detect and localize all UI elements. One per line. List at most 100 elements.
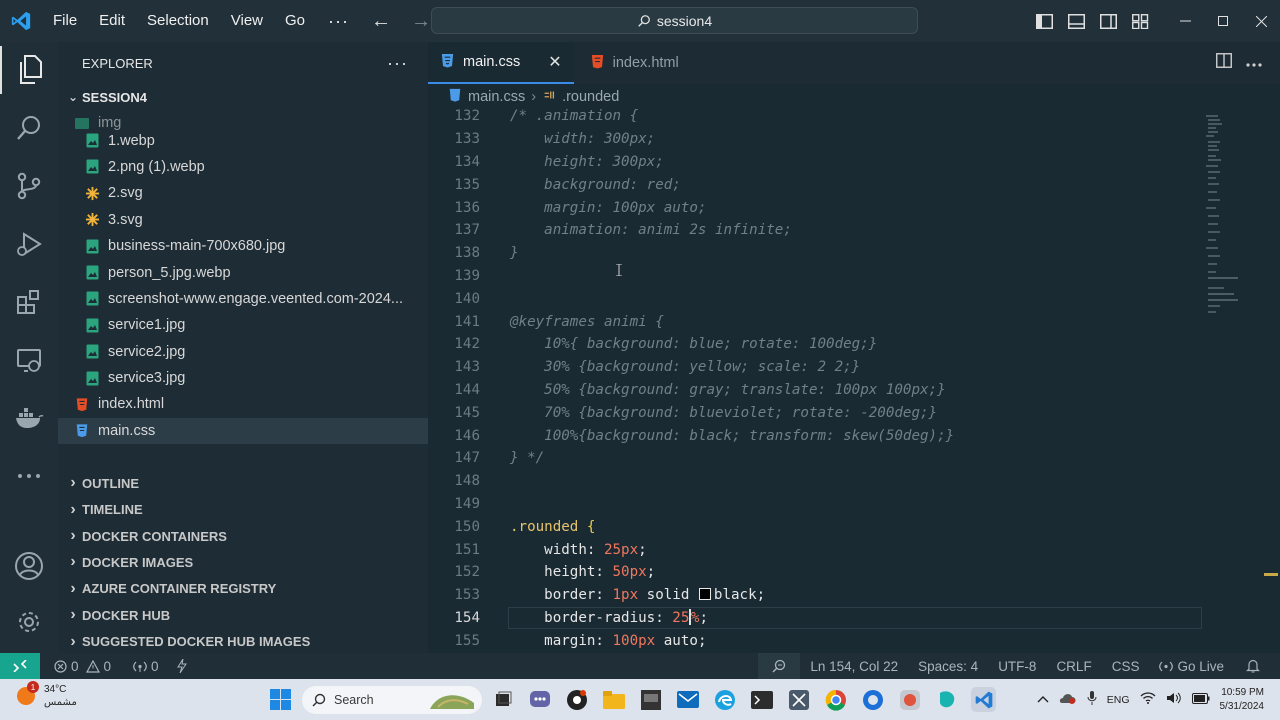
file-item[interactable]: service1.jpg <box>58 312 428 338</box>
file-item[interactable]: service3.jpg <box>58 365 428 391</box>
minimize-icon[interactable] <box>1166 0 1204 42</box>
snipping-tool-icon[interactable] <box>786 687 811 712</box>
edge-browser-icon[interactable] <box>712 687 737 712</box>
chevron-up-icon[interactable] <box>1037 694 1049 706</box>
toggle-panel-icon[interactable] <box>1060 0 1092 42</box>
browser-blue-icon[interactable] <box>860 687 885 712</box>
file-item[interactable]: 2.png (1).webp <box>58 154 428 180</box>
windows-start-icon[interactable] <box>270 689 291 715</box>
file-item[interactable]: service2.jpg <box>58 339 428 365</box>
menu-go[interactable]: Go <box>274 0 316 42</box>
obs-record-icon[interactable] <box>564 687 589 712</box>
lightning-icon[interactable] <box>169 659 195 673</box>
file-explorer-icon[interactable] <box>601 687 626 712</box>
sidebar-section[interactable]: › AZURE CONTAINER REGISTRY <box>58 576 428 602</box>
menu-file[interactable]: File <box>42 0 88 42</box>
workspace-folder[interactable]: ⌄ SESSION4 <box>58 84 428 110</box>
explorer-sidebar: EXPLORER ··· ⌄ SESSION4 img 1.webp 2.png … <box>58 42 428 653</box>
remote-explorer-icon[interactable] <box>0 336 58 384</box>
battery-icon[interactable] <box>1191 692 1210 707</box>
menu-selection[interactable]: Selection <box>136 0 220 42</box>
ports-indicator[interactable]: 0 <box>125 659 167 674</box>
copilot-app-icon[interactable] <box>934 687 959 712</box>
encoding[interactable]: UTF-8 <box>988 659 1046 674</box>
sidebar-section[interactable]: › DOCKER CONTAINERS <box>58 523 428 549</box>
weather-label: مشمس <box>44 697 77 708</box>
color-swatch-icon[interactable] <box>698 588 711 601</box>
tab-main-css[interactable]: main.css ✕ <box>428 42 574 84</box>
clock[interactable]: 10:59 PM 5/31/2024 <box>1220 686 1265 714</box>
file-item[interactable]: 2.svg <box>58 180 428 206</box>
menu-edit[interactable]: Edit <box>88 0 136 42</box>
go-live-button[interactable]: Go Live <box>1149 659 1234 674</box>
taskbar-search[interactable]: Search <box>302 686 482 714</box>
toggle-secondary-sidebar-icon[interactable] <box>1092 0 1124 42</box>
menu-view[interactable]: View <box>220 0 274 42</box>
onedrive-icon[interactable] <box>1059 692 1077 707</box>
weather-widget[interactable]: 1 34°C مشمس <box>14 681 77 709</box>
breadcrumb-file[interactable]: main.css <box>468 89 525 105</box>
img-folder[interactable]: img <box>58 110 428 136</box>
search-icon[interactable] <box>0 104 58 152</box>
minimap[interactable] <box>1204 112 1244 322</box>
maximize-icon[interactable] <box>1204 0 1242 42</box>
editor-more-icon[interactable] <box>1246 54 1262 72</box>
tab-index-html[interactable]: index.html <box>574 42 691 84</box>
chrome-icon[interactable] <box>823 687 848 712</box>
explorer-more-button[interactable]: ··· <box>387 53 408 74</box>
settings-gear-icon[interactable] <box>0 598 58 646</box>
close-tab-icon[interactable]: ✕ <box>548 52 561 72</box>
command-center-search[interactable]: session4 <box>431 7 918 34</box>
media-app-icon[interactable] <box>638 687 663 712</box>
microphone-icon[interactable] <box>1087 691 1097 708</box>
file-item[interactable]: 3.svg <box>58 207 428 233</box>
indentation[interactable]: Spaces: 4 <box>908 659 988 674</box>
sidebar-section[interactable]: › DOCKER HUB <box>58 602 428 628</box>
customize-layout-icon[interactable] <box>1124 0 1156 42</box>
extensions-icon[interactable] <box>0 278 58 326</box>
vpn-app-icon[interactable] <box>897 687 922 712</box>
file-item[interactable]: index.html <box>58 391 428 417</box>
sidebar-section[interactable]: › DOCKER IMAGES <box>58 549 428 575</box>
warning-icon <box>85 659 100 673</box>
language-mode[interactable]: CSS <box>1102 659 1150 674</box>
sidebar-section[interactable]: › SUGGESTED DOCKER HUB IMAGES <box>58 628 428 653</box>
cursor-position[interactable]: Ln 154, Col 22 <box>800 659 908 674</box>
terminal-icon[interactable] <box>749 687 774 712</box>
docker-icon[interactable] <box>0 394 58 442</box>
breadcrumb-separator-icon: › <box>531 89 537 105</box>
end-of-line[interactable]: CRLF <box>1046 659 1101 674</box>
teams-chat-icon[interactable] <box>527 687 552 712</box>
mail-icon[interactable] <box>675 687 700 712</box>
close-window-icon[interactable] <box>1242 0 1280 42</box>
remote-indicator-icon[interactable] <box>0 653 40 679</box>
notifications-bell-icon[interactable] <box>1234 659 1266 673</box>
wifi-icon[interactable] <box>1140 692 1156 707</box>
breadcrumb-symbol[interactable]: .rounded <box>562 89 619 105</box>
zoom-indicator-icon[interactable] <box>758 653 801 679</box>
explorer-icon[interactable] <box>0 46 58 94</box>
more-views-icon[interactable] <box>0 452 58 500</box>
problems-indicator[interactable]: 0 0 <box>46 659 119 674</box>
file-item[interactable]: business-main-700x680.jpg <box>58 233 428 259</box>
accounts-icon[interactable] <box>0 542 58 590</box>
sidebar-section[interactable]: › OUTLINE <box>58 470 428 496</box>
split-editor-icon[interactable] <box>1216 53 1232 73</box>
run-debug-icon[interactable] <box>0 220 58 268</box>
menu-more-button[interactable]: ··· <box>316 0 361 42</box>
task-view-icon[interactable] <box>490 687 515 712</box>
toggle-primary-sidebar-icon[interactable] <box>1028 0 1060 42</box>
file-item-selected[interactable]: main.css <box>58 417 428 445</box>
vscode-logo-icon[interactable] <box>0 0 42 42</box>
source-control-icon[interactable] <box>0 162 58 210</box>
vscode-taskbar-icon[interactable] <box>971 687 996 712</box>
line-number: 143 <box>454 359 480 376</box>
language-indicator[interactable]: ENG <box>1107 694 1130 706</box>
code-area[interactable]: 132/* .animation {133 width: 300px; 134 h… <box>428 105 1208 652</box>
file-name: screenshot-www.engage.veented.com-2024..… <box>108 290 404 307</box>
file-item[interactable]: person_5.jpg.webp <box>58 259 428 285</box>
volume-icon[interactable] <box>1166 692 1182 707</box>
sidebar-section[interactable]: › TIMELINE <box>58 496 428 522</box>
file-item[interactable]: screenshot-www.engage.veented.com-2024..… <box>58 286 428 312</box>
back-arrow-icon[interactable]: ← <box>361 10 401 33</box>
